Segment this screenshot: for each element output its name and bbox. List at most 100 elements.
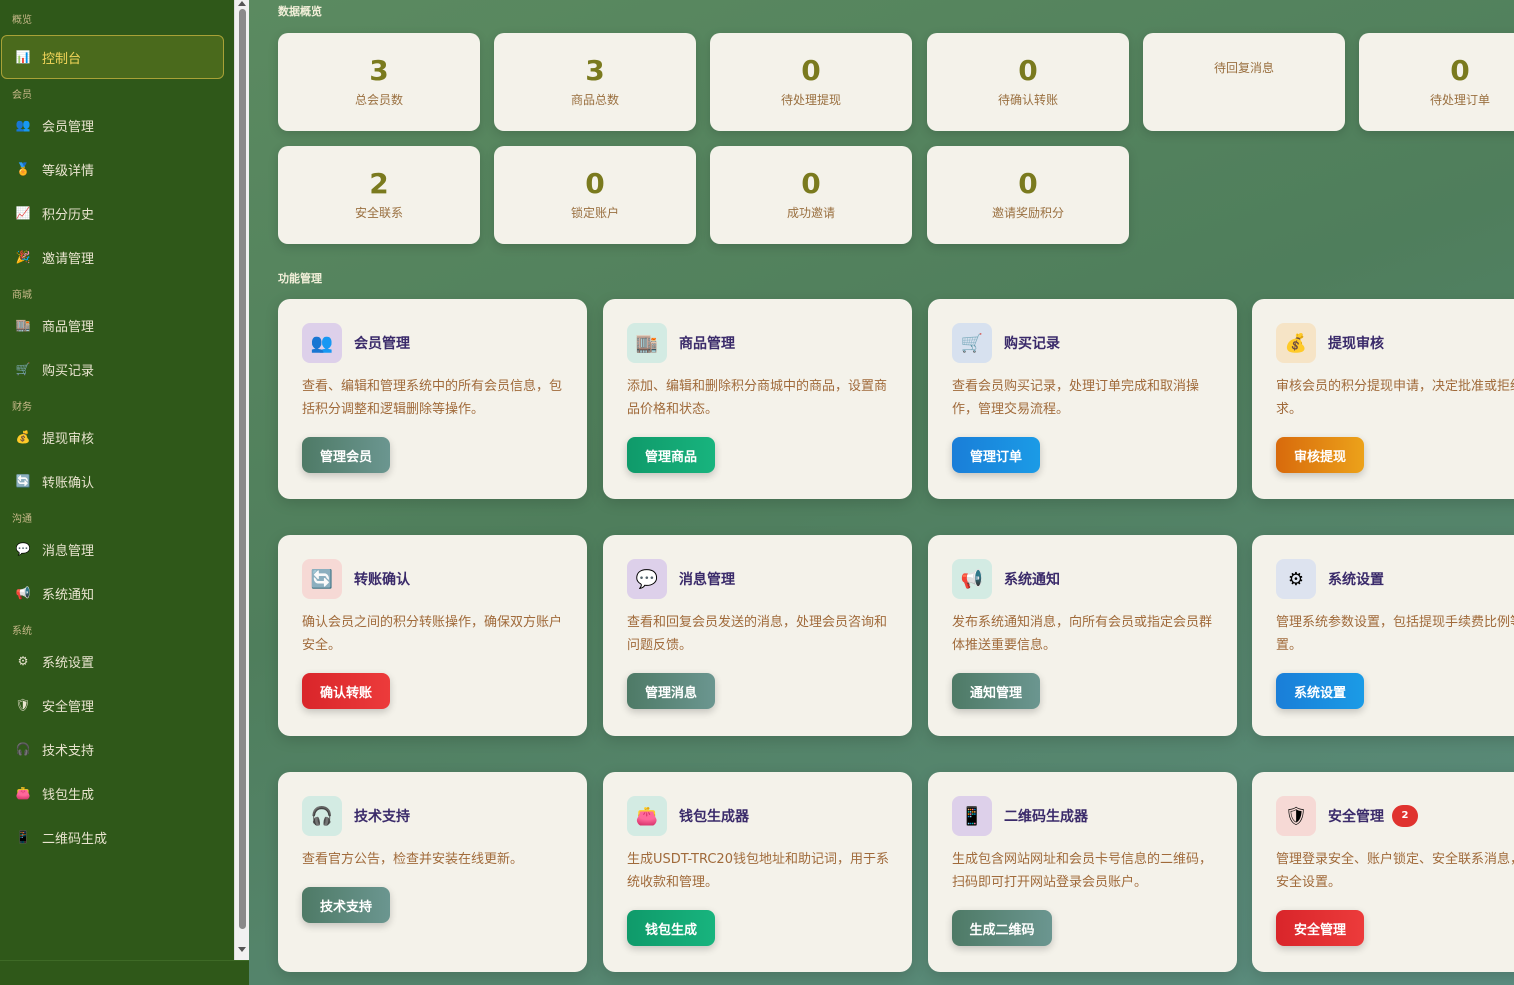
sidebar-scrollbar[interactable] <box>234 0 249 960</box>
scroll-thumb[interactable] <box>239 9 246 929</box>
card-action-button[interactable]: 安全管理 <box>1276 910 1364 946</box>
stat-value: 0 <box>801 167 821 200</box>
card-action-button[interactable]: 系统设置 <box>1276 673 1364 709</box>
stat-card[interactable]: 0 邀请奖励积分 <box>927 146 1129 244</box>
cart-icon: 🛒 <box>15 362 31 376</box>
nav-group-label: 商城 <box>12 290 32 301</box>
megaphone-icon: 📢 <box>952 559 992 599</box>
scroll-up-arrow[interactable] <box>238 1 246 6</box>
card-title: 二维码生成器 <box>1004 809 1088 825</box>
stat-label: 待处理提现 <box>780 93 841 107</box>
card-title: 会员管理 <box>354 336 410 352</box>
stat-card[interactable]: 待回复消息 <box>1143 33 1345 131</box>
chart-icon: 📊 <box>15 50 31 64</box>
card-title: 技术支持 <box>354 809 410 825</box>
cart-icon: 🛒 <box>952 323 992 363</box>
feature-card: ⚙系统设置管理系统参数设置，包括提现手续费比例等重要配置。系统设置 <box>1252 535 1514 736</box>
sidebar-item[interactable]: 📢 系统通知 <box>0 571 234 615</box>
card-header: 👥 会员管理 <box>302 323 410 363</box>
sidebar-item[interactable]: 🏬 商品管理 <box>0 303 234 347</box>
stat-card[interactable]: 2 安全联系 <box>278 146 480 244</box>
stat-value: 2 <box>369 167 389 200</box>
stat-card[interactable]: 0 锁定账户 <box>494 146 696 244</box>
card-title: 提现审核 <box>1328 336 1384 352</box>
sidebar-item[interactable]: 🛒 购买记录 <box>0 347 234 391</box>
card-action-button[interactable]: 技术支持 <box>302 887 390 923</box>
sidebar-item[interactable]: ⚙ 系统设置 <box>0 639 234 683</box>
card-description: 添加、编辑和删除积分商城中的商品，设置商品价格和状态。 <box>627 379 888 417</box>
sidebar-item[interactable]: 🎧 技术支持 <box>0 727 234 771</box>
card-title: 钱包生成器 <box>679 809 749 825</box>
nav-group-label: 财务 <box>12 402 32 413</box>
stat-card[interactable]: 3 商品总数 <box>494 33 696 131</box>
sidebar-item-label: 等级详情 <box>42 163 95 179</box>
card-description: 审核会员的积分提现申请，决定批准或拒绝提现请求。 <box>1276 379 1514 417</box>
stat-value: 3 <box>369 54 389 87</box>
sidebar-item[interactable]: 📊 控制台 <box>1 35 224 79</box>
stat-card[interactable]: 0 待确认转账 <box>927 33 1129 131</box>
card-header: 💰 提现审核 <box>1276 323 1384 363</box>
card-action-button[interactable]: 管理消息 <box>627 673 715 709</box>
sidebar-item[interactable]: 🛡 安全管理 <box>0 683 234 727</box>
card-title: 购买记录 <box>1004 336 1060 352</box>
stat-value: 0 <box>1450 54 1470 87</box>
stat-value: 0 <box>1018 54 1038 87</box>
card-action-button[interactable]: 通知管理 <box>952 673 1040 709</box>
card-header: 🛒 购买记录 <box>952 323 1060 363</box>
shield-icon: 🛡 <box>1276 796 1316 836</box>
phone-icon: 📱 <box>15 830 31 844</box>
stat-value: 3 <box>585 54 605 87</box>
overview-title: 数据概览 <box>278 5 322 18</box>
sidebar-item[interactable]: 🔄 转账确认 <box>0 459 234 503</box>
sidebar-item-label: 控制台 <box>42 51 82 67</box>
sidebar-item[interactable]: 📱 二维码生成 <box>0 815 234 859</box>
card-action-button[interactable]: 管理订单 <box>952 437 1040 473</box>
shield-icon: 🛡 <box>15 698 31 712</box>
card-description: 确认会员之间的积分转账操作，确保双方账户安全。 <box>302 615 563 653</box>
card-action-button[interactable]: 生成二维码 <box>952 910 1052 946</box>
notification-badge: 2 <box>1392 805 1418 827</box>
sidebar-item-label: 提现审核 <box>42 431 95 447</box>
sidebar-item[interactable]: 🎉 邀请管理 <box>0 235 234 279</box>
sidebar-item[interactable]: 📈 积分历史 <box>0 191 234 235</box>
card-action-button[interactable]: 管理商品 <box>627 437 715 473</box>
card-action-button[interactable]: 审核提现 <box>1276 437 1364 473</box>
card-action-button[interactable]: 管理会员 <box>302 437 390 473</box>
stat-label: 锁定账户 <box>570 206 619 220</box>
card-action-button[interactable]: 确认转账 <box>302 673 390 709</box>
stat-value: 0 <box>801 54 821 87</box>
sidebar-item[interactable]: 👥 会员管理 <box>0 103 234 147</box>
sidebar-item-label: 消息管理 <box>42 543 95 559</box>
sidebar-item[interactable]: 🏅 等级详情 <box>0 147 234 191</box>
medal-icon: 🏅 <box>15 162 31 176</box>
feature-card: 👛 钱包生成器 生成USDT-TRC20钱包地址和助记词，用于系统收款和管理。 钱包生… <box>603 772 912 972</box>
card-description: 生成USDT-TRC20钱包地址和助记词，用于系统收款和管理。 <box>627 852 889 890</box>
feature-card: 📢 系统通知 发布系统通知消息，向所有会员或指定会员群体推送重要信息。 通知管理 <box>928 535 1237 736</box>
stat-value: 0 <box>1018 167 1038 200</box>
scroll-down-arrow[interactable] <box>238 947 246 952</box>
card-description: 生成包含网站网址和会员卡号信息的二维码，扫码即可打开网站登录会员账户。 <box>952 852 1213 890</box>
card-header: 📱 二维码生成器 <box>952 796 1088 836</box>
card-description: 管理登录安全、账户锁定、安全联系消息，以及系统安全设置。 <box>1276 852 1514 890</box>
card-action-button[interactable]: 钱包生成 <box>627 910 715 946</box>
sidebar-footer <box>0 960 249 985</box>
sidebar-item[interactable]: 💰 提现审核 <box>0 415 234 459</box>
card-title: 安全管理 <box>1328 809 1384 825</box>
stat-card[interactable]: 0 待处理提现 <box>710 33 912 131</box>
feature-card: 🛒 购买记录 查看会员购买记录，处理订单完成和取消操作，管理交易流程。 管理订单 <box>928 299 1237 499</box>
sidebar-item[interactable]: 👛 钱包生成 <box>0 771 234 815</box>
stat-card[interactable]: 0 待处理订单 <box>1359 33 1514 131</box>
stat-label: 安全联系 <box>354 206 403 220</box>
shop-icon: 🏬 <box>15 318 31 332</box>
card-title: 消息管理 <box>679 572 735 588</box>
sidebar-item[interactable]: 💬 消息管理 <box>0 527 234 571</box>
card-header: ⚙ 系统设置 <box>1276 559 1384 599</box>
feature-card: 🔄 转账确认确认会员之间的积分转账操作，确保双方账户安全。 确认转账 <box>278 535 587 736</box>
sidebar-item-label: 商品管理 <box>42 319 95 335</box>
sidebar-item-label: 钱包生成 <box>42 787 95 803</box>
stat-card[interactable]: 0 成功邀请 <box>710 146 912 244</box>
shop-icon: 🏬 <box>627 323 667 363</box>
stat-label: 待确认转账 <box>997 93 1058 107</box>
stat-card[interactable]: 3 总会员数 <box>278 33 480 131</box>
card-header: 🔄 转账确认 <box>302 559 410 599</box>
